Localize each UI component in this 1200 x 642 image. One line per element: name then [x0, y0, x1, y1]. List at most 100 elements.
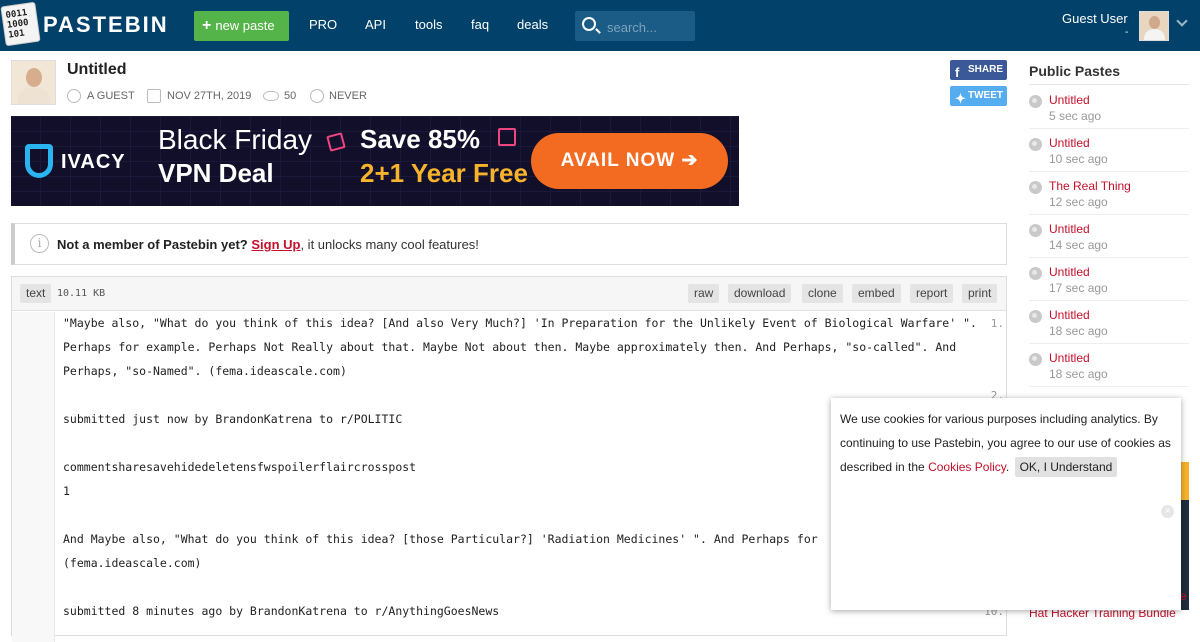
globe-icon: [1029, 267, 1042, 280]
plus-icon: +: [202, 17, 212, 34]
tweet-label: TWEET: [968, 90, 1003, 101]
tweet-button[interactable]: ✦ TWEET: [950, 86, 1007, 106]
print-button[interactable]: print: [962, 284, 998, 303]
public-paste-age: 12 sec ago: [1049, 195, 1108, 209]
signup-link[interactable]: Sign Up: [251, 237, 300, 252]
user-dash: -: [1125, 27, 1129, 38]
public-paste-age: 18 sec ago: [1049, 324, 1108, 338]
avail-now-button[interactable]: AVAIL NOW ➔: [531, 133, 728, 189]
public-paste-item[interactable]: Untitled 14 sec ago: [1029, 215, 1189, 258]
public-paste-age: 17 sec ago: [1049, 281, 1108, 295]
nav-tools[interactable]: tools: [415, 17, 442, 32]
shopping-bag-icon: [498, 128, 516, 146]
top-header: 0011 1000 101 PASTEBIN + new paste PRO AP…: [0, 0, 1200, 51]
info-icon: i: [30, 234, 49, 253]
facebook-share-button[interactable]: f SHARE: [950, 60, 1007, 80]
cookie-ok-button[interactable]: OK, I Understand: [1014, 457, 1118, 477]
public-paste-item[interactable]: Untitled 17 sec ago: [1029, 258, 1189, 301]
public-pastes-title: Public Pastes: [1029, 63, 1121, 79]
logo-icon-row: 101: [7, 28, 26, 41]
embed-button[interactable]: embed: [852, 284, 901, 303]
cookies-policy-link[interactable]: Cookies Policy: [928, 460, 1006, 474]
globe-icon: [1029, 353, 1042, 366]
globe-icon: [1029, 181, 1042, 194]
avatar-body: [1144, 29, 1165, 40]
public-paste-item[interactable]: Untitled 5 sec ago: [1029, 86, 1189, 129]
globe-icon: [1029, 95, 1042, 108]
report-button[interactable]: report: [910, 284, 954, 303]
search-input[interactable]: [607, 18, 691, 36]
raw-button[interactable]: raw: [688, 284, 720, 303]
public-paste-item[interactable]: Untitled 18 sec ago: [1029, 344, 1189, 387]
eye-icon: [263, 91, 279, 101]
avatar-head: [26, 68, 42, 87]
clone-button[interactable]: clone: [802, 284, 843, 303]
sidebar-divider: [1029, 84, 1189, 85]
notice-bold: Not a member of Pastebin yet?: [57, 237, 248, 252]
cookie-consent-popup: We use cookies for various purposes incl…: [831, 398, 1181, 610]
avatar-body: [17, 87, 51, 104]
sidebar-ad-link[interactable]: e: [1180, 589, 1187, 603]
public-paste-age: 14 sec ago: [1049, 238, 1108, 252]
public-paste-age: 10 sec ago: [1049, 152, 1108, 166]
public-paste-title[interactable]: Untitled: [1049, 93, 1090, 107]
globe-icon: [1029, 138, 1042, 151]
public-paste-item[interactable]: Untitled 18 sec ago: [1029, 301, 1189, 344]
nav-faq[interactable]: faq: [471, 17, 489, 32]
shield-icon: [25, 144, 53, 178]
expiration-icon: [310, 89, 324, 103]
public-paste-title[interactable]: Untitled: [1049, 308, 1090, 322]
nav-api[interactable]: API: [365, 17, 386, 32]
paste-expires: NEVER: [329, 90, 367, 102]
banner-offer: 2+1 Year Free: [360, 158, 528, 188]
notice-rest: , it unlocks many cool features!: [300, 237, 479, 252]
nav-deals[interactable]: deals: [517, 17, 548, 32]
ad-banner[interactable]: IVACY Black Friday VPN Deal Save 85% 2+1…: [11, 116, 739, 206]
user-name[interactable]: Guest User: [1062, 11, 1128, 26]
notice-text: Not a member of Pastebin yet? Sign Up, i…: [57, 237, 479, 252]
paste-title: Untitled: [67, 61, 127, 78]
banner-brand: IVACY: [61, 151, 126, 173]
twitter-icon: ✦: [955, 91, 966, 106]
public-paste-age: 5 sec ago: [1049, 109, 1102, 123]
public-paste-title[interactable]: The Real Thing: [1049, 179, 1131, 193]
paste-date: NOV 27TH, 2019: [167, 90, 252, 102]
close-icon[interactable]: ×: [1161, 505, 1174, 518]
paste-size: 10.11 KB: [57, 288, 106, 299]
new-paste-button[interactable]: + new paste: [194, 11, 289, 41]
public-paste-item[interactable]: The Real Thing 12 sec ago: [1029, 172, 1189, 215]
user-avatar[interactable]: [1139, 11, 1169, 41]
search-box: [575, 11, 695, 41]
public-paste-age: 18 sec ago: [1049, 367, 1108, 381]
user-icon: [67, 89, 81, 103]
public-paste-title[interactable]: Untitled: [1049, 136, 1090, 150]
pastebin-logo-icon[interactable]: 0011 1000 101: [0, 1, 41, 47]
download-button[interactable]: download: [728, 284, 792, 303]
public-paste-title[interactable]: Untitled: [1049, 265, 1090, 279]
code-toolbar: text 10.11 KB raw download clone embed r…: [12, 277, 1006, 311]
new-paste-label: new paste: [215, 18, 275, 33]
share-label: SHARE: [968, 64, 1004, 75]
banner-save: Save 85%: [360, 124, 480, 154]
avatar-head: [1149, 16, 1160, 29]
globe-icon: [1029, 310, 1042, 323]
cookie-dot: .: [1005, 460, 1010, 474]
code-line: And Maybe also, "What do you think of th…: [63, 532, 818, 546]
nav-pro[interactable]: PRO: [309, 17, 337, 32]
paste-author-avatar: [11, 60, 56, 105]
globe-icon: [1029, 224, 1042, 237]
paste-views: 50: [284, 90, 297, 102]
paste-author: A GUEST: [87, 90, 135, 102]
public-paste-title[interactable]: Untitled: [1049, 351, 1090, 365]
calendar-icon: [147, 89, 161, 103]
syntax-tag[interactable]: text: [20, 284, 52, 303]
public-paste-title[interactable]: Untitled: [1049, 222, 1090, 236]
public-paste-item[interactable]: Untitled 10 sec ago: [1029, 129, 1189, 172]
search-icon[interactable]: [582, 17, 596, 31]
facebook-icon: f: [955, 65, 960, 80]
code-line: "Maybe also, "What do you think of this …: [63, 316, 984, 378]
signup-notice: i Not a member of Pastebin yet? Sign Up,…: [11, 223, 1007, 265]
logo-text[interactable]: PASTEBIN: [43, 12, 169, 38]
line-number-gutter: [12, 312, 55, 642]
chevron-down-icon[interactable]: [1176, 15, 1188, 27]
